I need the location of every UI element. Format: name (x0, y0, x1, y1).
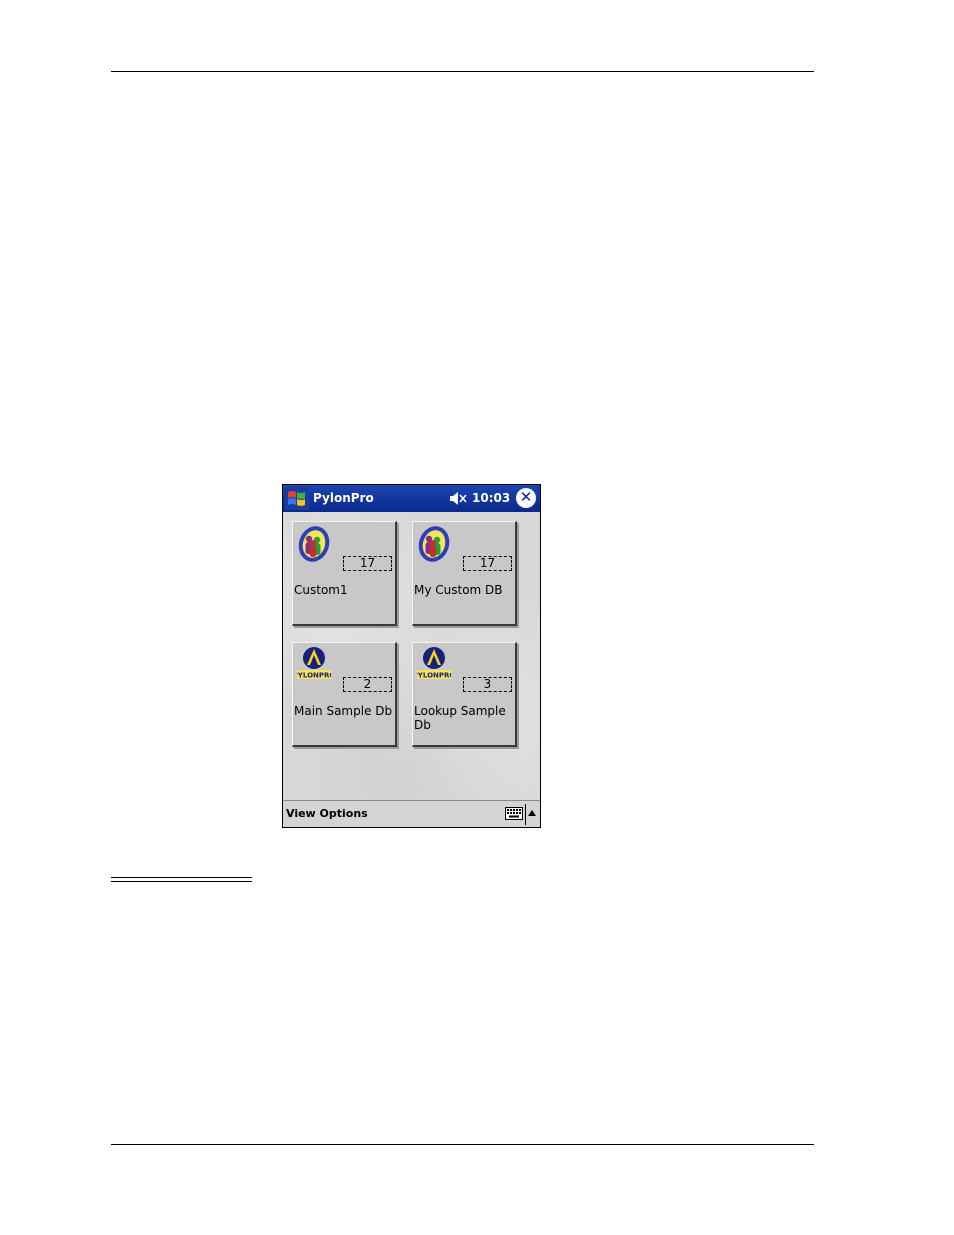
title-bar: PylonPro 10:03 ✕ (283, 485, 540, 512)
sip-divider (525, 804, 526, 825)
db-name: Lookup Sample Db (414, 704, 506, 732)
keyboard-icon[interactable] (505, 807, 523, 820)
pylonpro-logo-icon: PYLONPRO (297, 647, 331, 680)
people-icon (418, 526, 450, 562)
windows-start-icon[interactable] (285, 487, 309, 510)
speaker-muted-icon[interactable] (449, 491, 467, 506)
db-tile-main-sample-db[interactable]: PYLONPRO 2 Main Sample Db (292, 642, 397, 747)
clock[interactable]: 10:03 (472, 491, 510, 505)
record-count: 3 (463, 677, 512, 692)
arrow-up-icon[interactable] (528, 810, 536, 816)
db-tile-my-custom-db[interactable]: 17 My Custom DB (412, 521, 517, 626)
people-icon (298, 526, 330, 562)
pylonpro-logo-text: PYLONPRO (417, 672, 451, 680)
footnote-rule (111, 877, 252, 878)
db-tile-custom1[interactable]: 17 Custom1 (292, 521, 397, 626)
db-name: My Custom DB (414, 583, 503, 597)
close-button[interactable]: ✕ (516, 488, 536, 508)
pylonpro-logo-icon: PYLONPRO (417, 647, 451, 680)
record-count: 17 (343, 556, 392, 571)
db-name: Main Sample Db (294, 704, 393, 718)
pocketpc-screen: PylonPro 10:03 ✕ 17 Custom1 17 My Custom… (282, 484, 541, 828)
db-tile-lookup-sample-db[interactable]: PYLONPRO 3 Lookup Sample Db (412, 642, 517, 747)
view-options-menu[interactable]: View Options (286, 807, 368, 820)
pylonpro-logo-text: PYLONPRO (297, 672, 331, 680)
db-name: Custom1 (294, 583, 348, 597)
footnote-rule (111, 881, 252, 882)
app-title: PylonPro (313, 491, 374, 505)
database-workspace: 17 Custom1 17 My Custom DB PYLON (283, 512, 540, 800)
record-count: 17 (463, 556, 512, 571)
menu-bar: View Options (283, 800, 540, 827)
page-header-rule (111, 71, 814, 72)
record-count: 2 (343, 677, 392, 692)
page-footer-rule (111, 1144, 814, 1145)
